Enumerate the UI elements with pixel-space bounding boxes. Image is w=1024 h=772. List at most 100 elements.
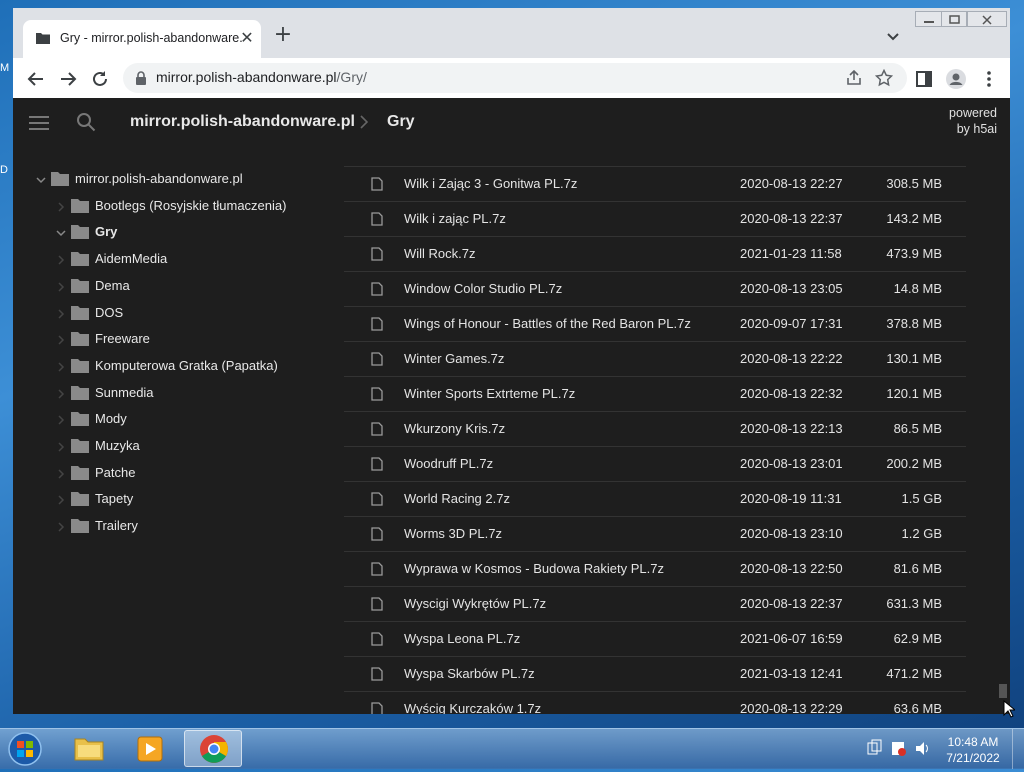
tree-item-label: Trailery <box>95 518 138 534</box>
table-row[interactable]: Winter Sports Extrteme PL.7z 2020-08-13 2… <box>344 377 966 412</box>
maximize-button[interactable] <box>941 11 967 27</box>
lock-icon[interactable] <box>135 71 147 85</box>
table-row[interactable]: Winter Games.7z 2020-08-13 22:22 130.1 MB <box>344 342 966 377</box>
file-name: Wkurzony Kris.7z <box>404 421 506 436</box>
file-name: Worms 3D PL.7z <box>404 526 503 541</box>
chevron-right-icon[interactable] <box>55 494 67 506</box>
file-icon <box>371 667 383 681</box>
breadcrumb-root[interactable]: mirror.polish-abandonware.pl <box>130 113 355 131</box>
chevron-right-icon[interactable] <box>55 334 67 346</box>
chevron-right-icon[interactable] <box>55 308 67 320</box>
tab-close-icon[interactable]: ✕ <box>237 28 257 48</box>
show-desktop-button[interactable] <box>1012 729 1024 769</box>
file-icon <box>371 352 383 366</box>
taskbar-clock[interactable]: 10:48 AM 7/21/2022 <box>936 734 1010 766</box>
folder-tree: mirror.polish-abandonware.pl Bootlegs (Ro… <box>13 150 343 714</box>
chevron-right-icon[interactable] <box>55 361 67 373</box>
file-size: 200.2 MB <box>886 456 942 471</box>
file-date: 2021-03-13 12:41 <box>740 666 843 681</box>
table-row[interactable]: Wyspa Skarbów PL.7z 2021-03-13 12:41 471.2… <box>344 657 966 692</box>
system-tray-icons[interactable] <box>864 737 934 759</box>
chevron-right-icon[interactable] <box>55 281 67 293</box>
start-button-icon[interactable] <box>4 731 46 767</box>
address-url: mirror.polish-abandonware.pl/Gry/ <box>156 69 367 85</box>
kebab-menu-icon[interactable] <box>978 68 1000 90</box>
table-row[interactable]: Wyspa Leona PL.7z 2021-06-07 16:59 62.9 MB <box>344 622 966 657</box>
tab-active[interactable]: Gry - mirror.polish-abandonware.pl ✕ <box>23 20 261 58</box>
chevron-right-icon[interactable] <box>55 468 67 480</box>
file-name: Wyścig Kurczaków 1.7z <box>404 701 542 714</box>
table-row[interactable]: Worms 3D PL.7z 2020-08-13 23:10 1.2 GB <box>344 517 966 552</box>
table-row[interactable]: Wilk i zając PL.7z 2020-08-13 22:37 143.2 … <box>344 202 966 237</box>
chevron-down-icon[interactable] <box>55 227 67 239</box>
breadcrumb-current[interactable]: Gry <box>387 113 415 131</box>
tree-item-label: DOS <box>95 304 124 320</box>
table-row-partial[interactable] <box>344 150 966 167</box>
file-date: 2020-08-13 23:05 <box>740 281 843 296</box>
taskbar-media-player-button[interactable] <box>122 730 180 767</box>
back-arrow-icon[interactable] <box>25 68 47 90</box>
menu-icon[interactable] <box>29 115 49 131</box>
file-size: 631.3 MB <box>886 596 942 611</box>
table-row[interactable]: Woodruff PL.7z 2020-08-13 23:01 200.2 MB <box>344 447 966 482</box>
taskbar-explorer-button[interactable] <box>60 730 118 767</box>
file-icon <box>371 457 383 471</box>
scrollbar-thumb[interactable] <box>999 684 1007 698</box>
side-panel-icon[interactable] <box>913 68 935 90</box>
forward-arrow-icon[interactable] <box>57 68 79 90</box>
folder-favicon-icon <box>36 33 50 44</box>
file-icon <box>371 702 383 714</box>
clock-time: 10:48 AM <box>947 735 999 749</box>
browser-toolbar: mirror.polish-abandonware.pl/Gry/ <box>13 58 1010 98</box>
table-row[interactable]: Will Rock.7z 2021-01-23 11:58 473.9 MB <box>344 237 966 272</box>
address-bar[interactable]: mirror.polish-abandonware.pl/Gry/ <box>123 63 907 93</box>
minimize-button[interactable] <box>915 11 943 27</box>
file-size: 130.1 MB <box>886 351 942 366</box>
file-name: Woodruff PL.7z <box>404 456 494 471</box>
tree-item-label: Dema <box>95 277 130 293</box>
tab-search-chevron-icon[interactable] <box>883 26 903 46</box>
folder-icon <box>71 385 89 400</box>
chevron-right-icon[interactable] <box>55 254 67 266</box>
file-size: 62.9 MB <box>893 631 942 646</box>
bookmark-star-icon[interactable] <box>875 69 893 87</box>
share-icon[interactable] <box>845 69 863 87</box>
search-icon[interactable] <box>76 112 96 132</box>
tree-item-label: Freeware <box>95 331 150 347</box>
window-close-button[interactable] <box>967 11 1007 27</box>
new-tab-button[interactable]: + <box>270 24 296 48</box>
chevron-right-icon[interactable] <box>55 414 67 426</box>
folder-icon <box>71 225 89 240</box>
profile-avatar-icon[interactable] <box>945 68 967 90</box>
chevron-right-icon[interactable] <box>55 388 67 400</box>
tree-item-label: Gry <box>95 224 118 240</box>
table-row[interactable]: Wings of Honour - Battles of the Red Bar… <box>344 307 966 342</box>
chevron-right-icon[interactable] <box>55 441 67 453</box>
tree-item-label: mirror.polish-abandonware.pl <box>75 171 243 186</box>
file-date: 2020-08-13 23:10 <box>740 526 843 541</box>
reload-icon[interactable] <box>89 68 111 90</box>
chevron-down-icon[interactable] <box>35 174 47 186</box>
address-host: mirror.polish-abandonware.pl <box>156 69 337 85</box>
folder-icon <box>71 198 89 213</box>
folder-icon <box>71 492 89 507</box>
page-content: mirror.polish-abandonware.pl Gry powered… <box>13 98 1010 714</box>
folder-icon <box>51 172 69 186</box>
tree-item-label: Mody <box>95 411 127 427</box>
file-icon <box>371 562 383 576</box>
file-size: 473.9 MB <box>886 246 942 261</box>
table-row[interactable]: Window Color Studio PL.7z 2020-08-13 23:0… <box>344 272 966 307</box>
taskbar-chrome-button[interactable] <box>184 730 242 767</box>
table-row[interactable]: Wkurzony Kris.7z 2020-08-13 22:13 86.5 MB <box>344 412 966 447</box>
table-row[interactable]: Wilk i Zając 3 - Gonitwa PL.7z 2020-08-13… <box>344 167 966 202</box>
table-row[interactable]: Wyprawa w Kosmos - Budowa Rakiety PL.7z 2… <box>344 552 966 587</box>
chevron-right-icon[interactable] <box>55 521 67 533</box>
chevron-right-icon[interactable] <box>55 201 67 213</box>
file-icon <box>371 387 383 401</box>
powered-by-link[interactable]: powered by h5ai <box>949 105 997 137</box>
file-name: Wyspa Leona PL.7z <box>404 631 521 646</box>
table-row[interactable]: Wyścig Kurczaków 1.7z 2020-08-13 22:29 63.… <box>344 692 966 714</box>
table-row[interactable]: World Racing 2.7z 2020-08-19 11:31 1.5 GB <box>344 482 966 517</box>
table-row[interactable]: Wyscigi Wykrętów PL.7z 2020-08-13 22:37 63… <box>344 587 966 622</box>
tree-item-label: AidemMedia <box>95 251 168 267</box>
